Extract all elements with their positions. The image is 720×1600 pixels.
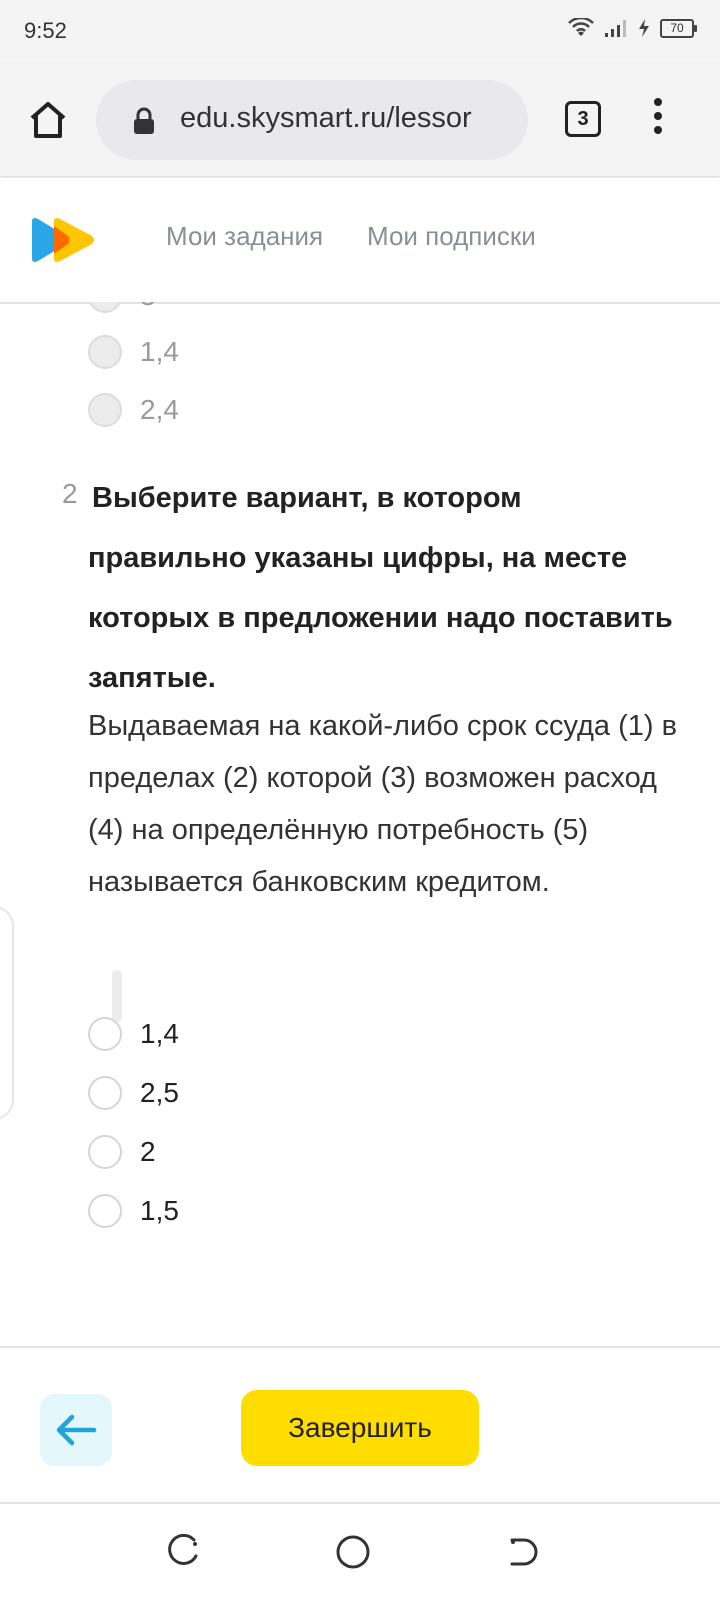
answer-option-1[interactable]: 1,4	[88, 1014, 179, 1054]
prev-option-label: 3	[140, 302, 156, 312]
site-header: Мои задания Мои подписки	[0, 178, 720, 304]
recent-apps-icon[interactable]	[164, 1532, 204, 1572]
prev-option-label: 2,4	[140, 394, 179, 425]
address-bar[interactable]: edu.skysmart.ru/lessor	[96, 80, 528, 160]
system-nav-bar	[0, 1504, 720, 1600]
radio-circle[interactable]	[88, 1017, 122, 1051]
answer-option-label: 1,5	[140, 1195, 179, 1226]
answer-option-4[interactable]: 1,5	[88, 1191, 179, 1231]
side-panel-handle[interactable]	[0, 906, 14, 1120]
answer-option-2[interactable]: 2,5	[88, 1073, 179, 1113]
back-icon[interactable]	[504, 1532, 544, 1572]
home-circle-icon[interactable]	[333, 1532, 373, 1572]
arrow-left-icon	[56, 1414, 97, 1446]
radio-circle[interactable]	[88, 1135, 122, 1169]
skysmart-logo[interactable]	[30, 216, 100, 264]
answer-option-label: 2,5	[140, 1077, 179, 1108]
radio-circle[interactable]	[88, 302, 122, 313]
lesson-footer: Завершить	[0, 1346, 720, 1504]
radio-circle[interactable]	[88, 393, 122, 427]
question-title: Выберите вариант, в котором правильно ук…	[88, 482, 673, 694]
question-text: Выдаваемая на какой-либо срок ссуда (1) …	[88, 710, 678, 898]
answer-option-label: 1,4	[140, 1018, 179, 1049]
charging-icon	[639, 19, 649, 37]
radio-circle[interactable]	[88, 1076, 122, 1110]
more-vertical-icon[interactable]	[650, 98, 666, 142]
status-time: 9:52	[24, 18, 67, 43]
prev-option-label: 1,4	[140, 336, 179, 367]
radio-circle[interactable]	[88, 1194, 122, 1228]
url-text: edu.skysmart.ru/lessor	[180, 102, 472, 134]
lesson-content: 3 1,4 2,4 2 Выберите вариант, в котором …	[0, 302, 720, 1344]
tabs-icon[interactable]: 3	[565, 101, 601, 137]
nav-my-subscriptions[interactable]: Мои подписки	[367, 221, 536, 252]
wifi-icon	[568, 18, 594, 36]
answer-option-3[interactable]: 2	[88, 1132, 156, 1172]
signal-icon	[605, 20, 626, 37]
lock-icon	[134, 107, 154, 134]
prev-option-3[interactable]: 2,4	[88, 390, 179, 430]
question-number: 2	[62, 478, 78, 509]
nav-my-tasks[interactable]: Мои задания	[166, 221, 323, 252]
home-icon[interactable]	[26, 98, 70, 142]
answer-option-label: 2	[140, 1136, 156, 1167]
finish-button[interactable]: Завершить	[241, 1390, 479, 1466]
back-button[interactable]	[40, 1394, 112, 1466]
status-bar: 9:52 70	[0, 0, 720, 64]
radio-circle[interactable]	[88, 335, 122, 369]
prev-option-1[interactable]: 3	[88, 302, 156, 316]
battery-icon: 70	[660, 18, 697, 38]
status-icons: 70	[568, 18, 697, 38]
prev-option-2[interactable]: 1,4	[88, 332, 179, 372]
browser-toolbar: edu.skysmart.ru/lessor 3	[0, 64, 720, 176]
